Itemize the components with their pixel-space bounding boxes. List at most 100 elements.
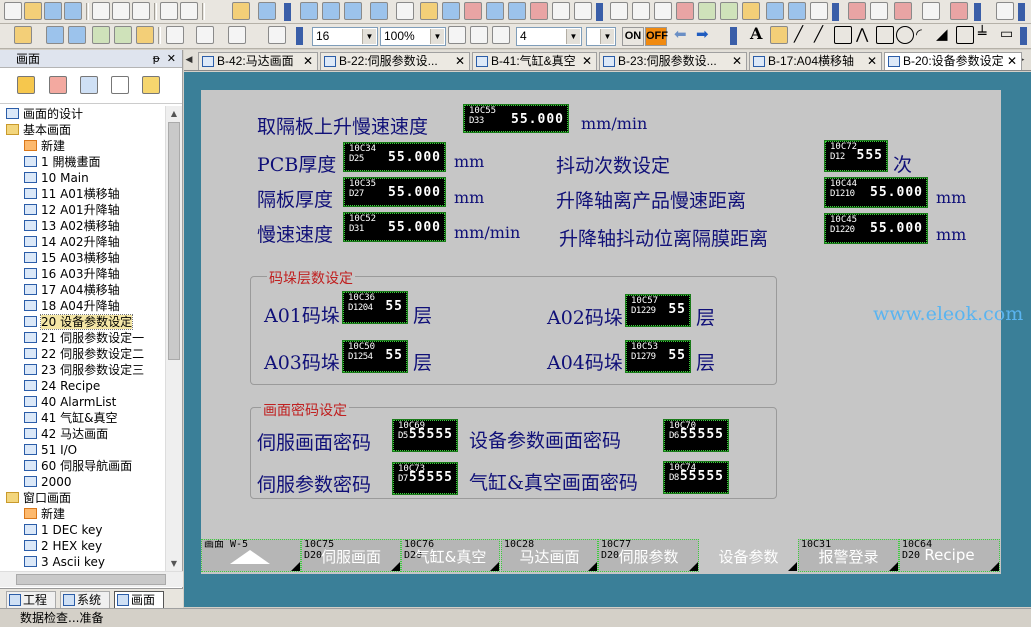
close-tab-icon[interactable]: ✕ [303,53,313,70]
tree-item[interactable]: 11 A01横移轴 [0,186,165,202]
screen-nav-button[interactable]: 10C76 D20 气缸&真空 [401,539,500,572]
close-tab-icon[interactable]: ✕ [867,53,877,70]
tab-scroll-left-icon[interactable]: ◀ [184,53,194,67]
arc-tool-icon[interactable]: ◜ [916,26,934,44]
chevron-down-icon[interactable]: ▼ [566,29,580,44]
select-pointer-icon[interactable] [232,2,250,20]
tree-item[interactable]: 新建 [0,138,165,154]
next-icon[interactable] [114,26,132,44]
list-icon[interactable] [552,2,570,20]
undo-icon[interactable] [160,2,178,20]
spacer-thickness-input[interactable]: 10C35 D27 55.000 [343,177,446,207]
fill-icon[interactable] [228,26,246,44]
delete-screen-icon[interactable] [49,76,67,94]
tree-item[interactable]: 3 Ascii key [0,554,165,570]
copy-icon[interactable] [112,2,130,20]
a01-stack-input[interactable]: 10C36 D1204 55 [342,291,408,324]
tree-item[interactable]: 新建 [0,506,165,522]
tree-item[interactable]: 51 I/O [0,442,165,458]
document-tab[interactable]: B-42:马达画面 ✕ [198,52,318,70]
tree-item[interactable]: 17 A04横移轴 [0,282,165,298]
tree-horizontal-scrollbar[interactable] [0,571,183,587]
chevron-down-icon[interactable]: ▼ [362,29,376,44]
open-screen-icon[interactable] [80,76,98,94]
tree-item[interactable]: 20 设备参数设定 [0,314,165,330]
off-toggle[interactable]: OFF [645,27,668,46]
line-style-combo[interactable]: ▼ [586,27,616,46]
text-tool-icon[interactable]: A [750,26,768,44]
library2-icon[interactable] [788,2,806,20]
tree-item[interactable]: 2000 [0,474,165,490]
close-tab-icon[interactable]: ✕ [732,53,742,70]
check-icon[interactable] [894,2,912,20]
tree-item[interactable]: 1 開機畫面 [0,154,165,170]
scale-tool-icon[interactable]: ╧ [978,26,996,44]
pattern-icon[interactable] [196,26,214,44]
tab-screen[interactable]: 画面 [114,591,164,609]
transfer-icon[interactable] [486,2,504,20]
alarm-icon[interactable] [848,2,866,20]
zoom-combo[interactable]: 100% ▼ [380,27,446,46]
screen-nav-button[interactable]: 设备参数 [699,539,798,572]
color-icon[interactable] [698,2,716,20]
hscroll-thumb[interactable] [16,574,166,585]
screen-properties-icon[interactable] [111,76,129,94]
scroll-down-icon[interactable]: ▼ [166,556,182,571]
document-tab[interactable]: B-17:A04横移轴 ✕ [749,52,882,70]
zoom-in-icon[interactable] [448,26,466,44]
redo-icon[interactable] [180,2,198,20]
right-arrow-icon[interactable]: ➡ [696,26,714,44]
paste-icon[interactable] [132,2,150,20]
upload-icon[interactable] [442,2,460,20]
fit-icon[interactable] [492,26,510,44]
line-tool-icon[interactable]: ╱ [794,26,812,44]
tree-item[interactable]: 42 马达画面 [0,426,165,442]
font-size-combo[interactable]: 16 ▼ [312,27,378,46]
tree-item[interactable]: 40 AlarmList [0,394,165,410]
polygon-tool-icon[interactable]: ⋀ [856,26,874,44]
zoom-select-icon[interactable] [268,26,286,44]
pin-icon[interactable]: ᵽ [153,50,160,68]
save-icon[interactable] [64,2,82,20]
screen-nav-button[interactable]: 10C31 报警登录 [798,539,899,572]
a04-stack-input[interactable]: 10C53 D1279 55 [625,340,691,373]
copy-screen-icon[interactable] [300,2,318,20]
palette-icon[interactable] [720,2,738,20]
pcb-thickness-input[interactable]: 10C34 D25 55.000 [343,142,446,172]
chevron-down-icon[interactable]: ▼ [430,29,444,44]
close-tab-icon[interactable]: ✕ [582,53,592,70]
tree-item[interactable]: 10 Main [0,170,165,186]
screen-nav-button[interactable]: 10C77 D20 伺服参数 [598,539,699,572]
servo-param-password-input[interactable]: 10C73 D7 55555 [392,462,458,495]
document-tab[interactable]: B-20:设备参数设定 ✕ [884,52,1022,70]
tree-item[interactable]: 23 伺服参数设定三 [0,362,165,378]
table-tool-icon[interactable] [956,26,974,44]
back-icon[interactable] [632,2,650,20]
tree-icon[interactable] [950,2,968,20]
tree-item[interactable]: 22 伺服参数设定二 [0,346,165,362]
data2-icon[interactable] [530,2,548,20]
shake-count-input[interactable]: 10C72 D12 555 [824,140,888,172]
dashed-tool-icon[interactable]: ▭ [1000,26,1018,44]
a03-stack-input[interactable]: 10C50 D1254 55 [342,340,408,373]
tree-item[interactable]: 18 A04升降轴 [0,298,165,314]
poly-tool-icon[interactable] [876,26,894,44]
tree-item[interactable]: 画面的设计 [0,106,165,122]
left-arrow-icon[interactable]: ⬅ [674,26,692,44]
tab-project[interactable]: 工程 [6,591,56,609]
chevron-down-icon[interactable]: ▼ [600,29,614,44]
screen-nav-button[interactable]: 10C28 马达画面 [501,539,598,572]
new-file-icon[interactable] [4,2,22,20]
slow-up-speed-input[interactable]: 10C55 D33 55.000 [463,104,569,133]
tree-vertical-scrollbar[interactable]: ▲ ▼ [165,106,182,571]
library-icon[interactable] [766,2,784,20]
rectangle-tool-icon[interactable] [166,26,184,44]
tree-item[interactable]: 15 A03横移轴 [0,250,165,266]
a02-stack-input[interactable]: 10C57 D1229 55 [625,294,691,327]
tab-system[interactable]: 系统 [60,591,110,609]
close-icon[interactable]: ✕ [167,50,176,68]
tree-item[interactable]: 60 伺服导航画面 [0,458,165,474]
tree-item[interactable]: 14 A02升降轴 [0,234,165,250]
rect-tool-icon[interactable] [834,26,852,44]
tree-item[interactable]: 16 A03升降轴 [0,266,165,282]
